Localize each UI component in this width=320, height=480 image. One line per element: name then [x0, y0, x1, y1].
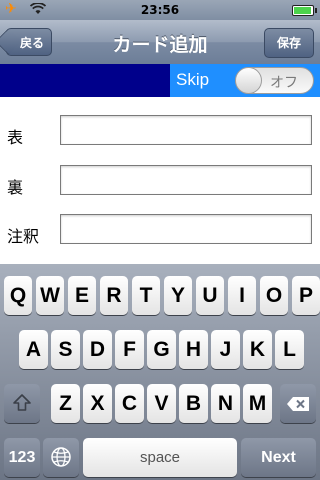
key-f[interactable]: F [115, 330, 144, 369]
key-i[interactable]: I [228, 276, 256, 315]
note-input[interactable] [60, 214, 312, 244]
note-row: 注釈 [0, 214, 320, 254]
key-s[interactable]: S [51, 330, 80, 369]
toggle-knob [235, 67, 262, 94]
key-v[interactable]: V [147, 384, 176, 423]
key-t[interactable]: T [132, 276, 160, 315]
key-h[interactable]: H [179, 330, 208, 369]
key-q[interactable]: Q [4, 276, 32, 315]
key-r[interactable]: R [100, 276, 128, 315]
key-o[interactable]: O [260, 276, 288, 315]
key-j[interactable]: J [211, 330, 240, 369]
numbers-key[interactable]: 123 [4, 438, 40, 477]
keyboard: Q W E R T Y U I O P A S D F G H J K L Z … [0, 264, 320, 480]
skip-bar-dark-section [0, 64, 170, 97]
key-g[interactable]: G [147, 330, 176, 369]
back-input[interactable] [60, 165, 312, 195]
front-input[interactable] [60, 115, 312, 145]
globe-icon [51, 447, 71, 467]
key-n[interactable]: N [211, 384, 240, 423]
note-label: 注釈 [7, 227, 40, 246]
space-key[interactable]: space [83, 438, 237, 477]
battery-icon [292, 5, 317, 16]
key-y[interactable]: Y [164, 276, 192, 315]
key-l[interactable]: L [275, 330, 304, 369]
front-row: 表 [0, 115, 320, 155]
key-u[interactable]: U [196, 276, 224, 315]
skip-toggle[interactable]: オフ [235, 67, 314, 94]
key-e[interactable]: E [68, 276, 96, 315]
key-c[interactable]: C [115, 384, 144, 423]
status-time: 23:56 [140, 3, 180, 17]
status-bar: ✈ 23:56 [0, 0, 320, 20]
key-w[interactable]: W [36, 276, 64, 315]
key-a[interactable]: A [19, 330, 48, 369]
toggle-off-label: オフ [270, 75, 298, 91]
next-key[interactable]: Next [241, 438, 316, 477]
key-m[interactable]: M [243, 384, 272, 423]
back-row: 裏 [0, 165, 320, 205]
globe-key[interactable] [43, 438, 79, 477]
skip-bar: Skip オフ [0, 64, 320, 97]
key-x[interactable]: X [83, 384, 112, 423]
key-d[interactable]: D [83, 330, 112, 369]
save-button[interactable]: 保存 [264, 28, 314, 58]
back-label: 裏 [7, 178, 24, 197]
key-k[interactable]: K [243, 330, 272, 369]
backspace-icon [287, 397, 309, 411]
key-z[interactable]: Z [51, 384, 80, 423]
key-p[interactable]: P [292, 276, 320, 315]
shift-icon [13, 394, 31, 411]
navigation-bar: 戻る カード追加 保存 [0, 20, 320, 65]
front-label: 表 [7, 128, 24, 147]
shift-key[interactable] [4, 384, 40, 423]
backspace-key[interactable] [280, 384, 316, 423]
skip-label: Skip [176, 70, 210, 89]
key-b[interactable]: B [179, 384, 208, 423]
